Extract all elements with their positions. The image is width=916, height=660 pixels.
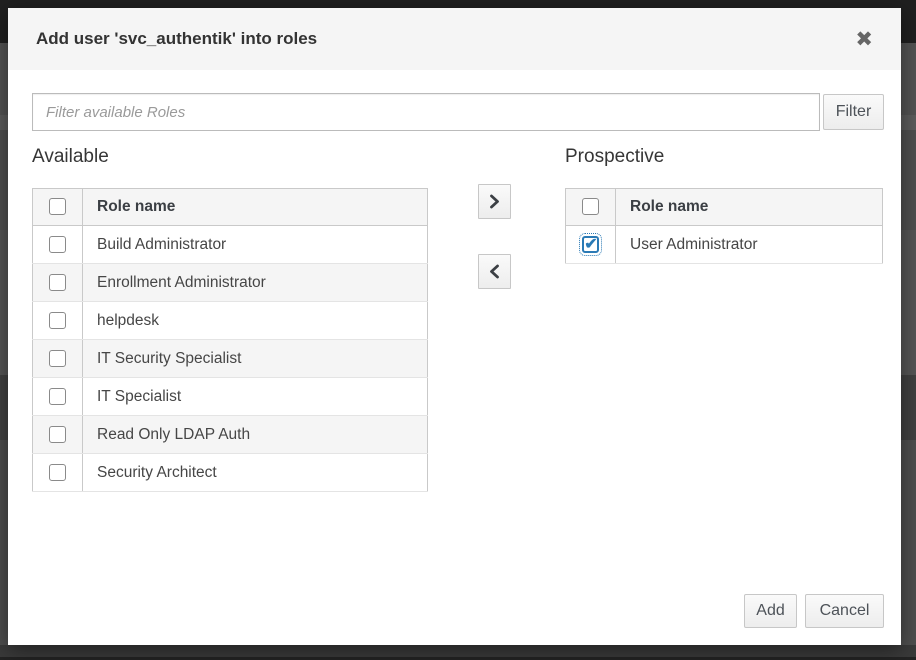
filter-roles-input[interactable] xyxy=(32,93,820,131)
role-name: Security Architect xyxy=(83,454,428,492)
role-name: IT Specialist xyxy=(83,378,428,416)
role-name: Build Administrator xyxy=(83,226,428,264)
header-checkbox-cell xyxy=(566,189,616,226)
select-all-available-checkbox[interactable] xyxy=(49,198,66,215)
row-checkbox[interactable] xyxy=(49,350,66,367)
row-checkbox[interactable] xyxy=(49,426,66,443)
prospective-heading: Prospective xyxy=(565,146,664,168)
table-row[interactable]: Security Architect xyxy=(33,454,428,492)
row-checkbox[interactable] xyxy=(49,464,66,481)
row-checkbox[interactable] xyxy=(49,388,66,405)
role-name: Enrollment Administrator xyxy=(83,264,428,302)
row-checkbox[interactable] xyxy=(49,236,66,253)
row-checkbox[interactable] xyxy=(582,236,599,253)
table-header-row: Role name xyxy=(566,189,883,226)
screen: Add user 'svc_authentik' into roles ✖ Fi… xyxy=(0,0,916,660)
table-row[interactable]: IT Security Specialist xyxy=(33,340,428,378)
close-button[interactable]: ✖ xyxy=(851,27,877,52)
chevron-left-icon xyxy=(488,264,501,279)
row-checkbox[interactable] xyxy=(49,312,66,329)
dialog-header: Add user 'svc_authentik' into roles ✖ xyxy=(8,8,901,70)
table-row[interactable]: Read Only LDAP Auth xyxy=(33,416,428,454)
role-name: helpdesk xyxy=(83,302,428,340)
table-row[interactable]: IT Specialist xyxy=(33,378,428,416)
column-header: Role name xyxy=(83,189,428,226)
column-header: Role name xyxy=(616,189,883,226)
select-all-prospective-checkbox[interactable] xyxy=(582,198,599,215)
table-row[interactable]: User Administrator xyxy=(566,226,883,264)
move-to-available-button[interactable] xyxy=(478,254,511,289)
available-roles-table: Role name Build Administrator Enrollment… xyxy=(32,188,428,492)
table-row[interactable]: Enrollment Administrator xyxy=(33,264,428,302)
row-checkbox[interactable] xyxy=(49,274,66,291)
prospective-roles-table: Role name User Administrator xyxy=(565,188,883,264)
role-name: User Administrator xyxy=(616,226,883,264)
dialog-title: Add user 'svc_authentik' into roles xyxy=(36,29,851,49)
role-name: IT Security Specialist xyxy=(83,340,428,378)
filter-button[interactable]: Filter xyxy=(823,94,884,130)
move-to-prospective-button[interactable] xyxy=(478,184,511,219)
cancel-button[interactable]: Cancel xyxy=(805,594,884,628)
available-heading: Available xyxy=(32,146,109,168)
header-checkbox-cell xyxy=(33,189,83,226)
role-name: Read Only LDAP Auth xyxy=(83,416,428,454)
chevron-right-icon xyxy=(488,194,501,209)
add-roles-dialog: Add user 'svc_authentik' into roles ✖ Fi… xyxy=(8,8,901,645)
table-row[interactable]: Build Administrator xyxy=(33,226,428,264)
close-icon: ✖ xyxy=(855,27,873,51)
table-row[interactable]: helpdesk xyxy=(33,302,428,340)
background-band xyxy=(0,645,916,657)
table-header-row: Role name xyxy=(33,189,428,226)
add-button[interactable]: Add xyxy=(744,594,797,628)
